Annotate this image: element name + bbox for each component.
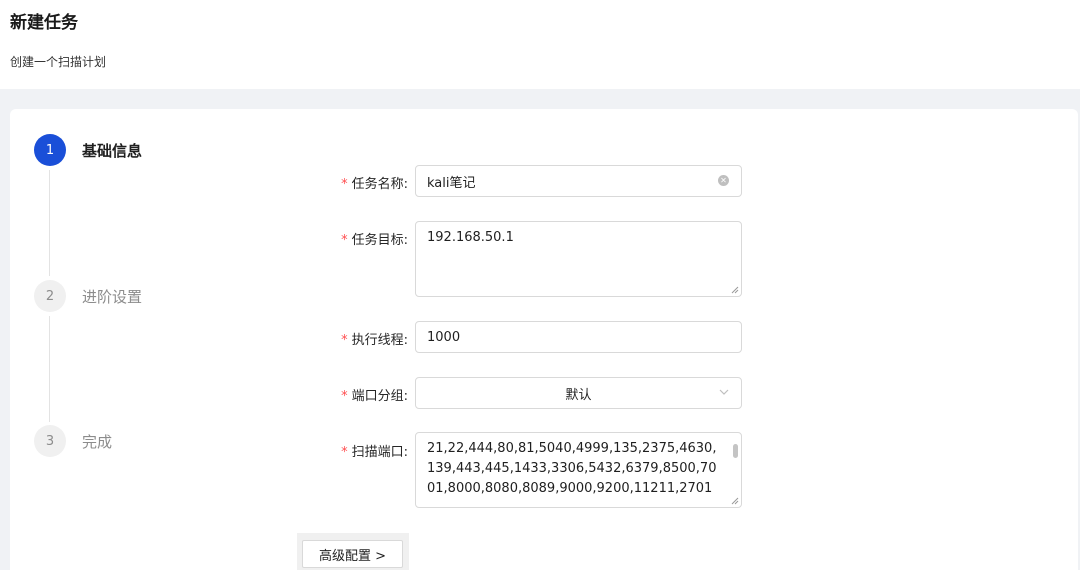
page-header: 新建任务 创建一个扫描计划 (0, 0, 1080, 89)
task-name-label: * 任务名称: (341, 177, 408, 192)
step-connector (49, 170, 50, 276)
task-name-value: kali笔记 (427, 175, 476, 191)
threads-label: * 执行线程: (341, 333, 408, 348)
required-mark: * (341, 445, 348, 460)
step-title: 进阶设置 (82, 287, 143, 306)
step-number: 2 (34, 280, 66, 312)
required-mark: * (341, 389, 348, 404)
port-group-label: * 端口分组: (341, 389, 408, 404)
clear-icon[interactable]: ✕ (718, 175, 729, 186)
chevron-down-icon (719, 389, 729, 395)
task-target-value: 192.168.50.1 (427, 230, 514, 245)
task-target-label: * 任务目标: (341, 233, 408, 248)
resize-grip-icon[interactable] (731, 286, 739, 294)
advanced-button-container: 高级配置 > (297, 533, 409, 570)
port-group-select[interactable]: 默认 (415, 377, 742, 409)
step-basic-info[interactable]: 1 基础信息 (34, 134, 142, 166)
threads-input[interactable]: 1000 (415, 321, 742, 353)
required-mark: * (341, 233, 348, 248)
scan-ports-textarea[interactable]: 21,22,444,80,81,5040,4999,135,2375,4630,… (415, 432, 742, 508)
threads-value: 1000 (427, 329, 461, 345)
step-advanced-settings[interactable]: 2 进阶设置 (34, 280, 142, 312)
step-title: 完成 (82, 432, 113, 451)
page-subtitle: 创建一个扫描计划 (10, 55, 107, 69)
task-name-input[interactable]: kali笔记 ✕ (415, 165, 742, 197)
advanced-config-button[interactable]: 高级配置 > (302, 540, 403, 568)
task-target-textarea[interactable]: 192.168.50.1 (415, 221, 742, 297)
port-group-value: 默认 (565, 387, 592, 403)
step-connector (49, 316, 50, 422)
step-title: 基础信息 (82, 141, 143, 160)
resize-grip-icon[interactable] (731, 497, 739, 505)
page-title: 新建任务 (10, 13, 78, 33)
scan-ports-value: 21,22,444,80,81,5040,4999,135,2375,4630,… (427, 441, 717, 496)
scrollbar[interactable] (733, 444, 738, 458)
scan-ports-label: * 扫描端口: (341, 445, 408, 460)
required-mark: * (341, 333, 348, 348)
step-number: 3 (34, 425, 66, 457)
required-mark: * (341, 177, 348, 192)
step-number: 1 (34, 134, 66, 166)
step-complete[interactable]: 3 完成 (34, 425, 112, 457)
